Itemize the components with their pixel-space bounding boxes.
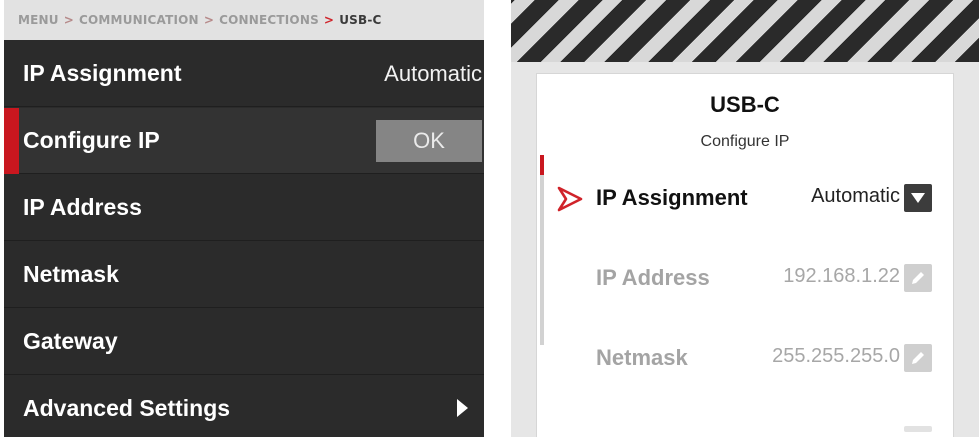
breadcrumb-separator: > <box>203 13 215 27</box>
menu-row-value: Automatic <box>384 60 482 86</box>
breadcrumb-current: USB-C <box>339 13 382 27</box>
selection-indicator <box>4 108 19 174</box>
menu-row-label: Netmask <box>23 261 119 287</box>
setting-row-ip-address[interactable]: IP Address 192.168.1.22 <box>537 259 953 299</box>
card-title: USB-C <box>710 92 780 117</box>
menu-row-label: Gateway <box>23 328 118 354</box>
partial-next-control <box>904 426 932 432</box>
setting-label: IP Assignment <box>596 185 748 210</box>
menu-row-configure-ip[interactable]: Configure IP OK <box>4 108 484 174</box>
breadcrumb-item-communication[interactable]: COMMUNICATION <box>79 13 199 27</box>
setting-value: Automatic <box>811 185 900 207</box>
hatched-header <box>511 0 979 62</box>
menu-row-advanced-settings[interactable]: Advanced Settings <box>4 376 484 437</box>
menu-row-netmask[interactable]: Netmask <box>4 242 484 308</box>
web-ui-panel: USB-C Configure IP IP Assignment Automat… <box>511 0 979 437</box>
settings-card: USB-C Configure IP IP Assignment Automat… <box>536 73 954 437</box>
menu-row-label: Advanced Settings <box>23 395 231 421</box>
setting-value: 255.255.255.0 <box>772 345 900 367</box>
edit-pencil-icon[interactable] <box>904 264 932 292</box>
breadcrumb: MENU > COMMUNICATION > CONNECTIONS > USB… <box>4 0 484 40</box>
menu-row-label: IP Address <box>23 194 142 220</box>
breadcrumb-separator: > <box>323 13 335 27</box>
menu-row-ip-address[interactable]: IP Address <box>4 175 484 241</box>
menu-row-label: IP Assignment <box>23 60 182 86</box>
ok-button[interactable]: OK <box>376 120 482 162</box>
menu-row-label: Configure IP <box>23 127 160 153</box>
setting-label: Netmask <box>596 345 688 370</box>
breadcrumb-separator: > <box>63 13 74 27</box>
setting-row-ip-assignment[interactable]: IP Assignment Automatic <box>537 179 953 219</box>
setting-label: IP Address <box>596 265 710 290</box>
edit-pencil-icon[interactable] <box>904 344 932 372</box>
setting-row-netmask[interactable]: Netmask 255.255.255.0 <box>537 339 953 379</box>
camera-menu-panel: MENU > COMMUNICATION > CONNECTIONS > USB… <box>4 0 484 437</box>
selection-arrow-icon <box>557 186 583 212</box>
card-subtitle: Configure IP <box>700 133 790 150</box>
menu-row-gateway[interactable]: Gateway <box>4 309 484 375</box>
breadcrumb-item-menu[interactable]: MENU <box>18 13 59 27</box>
breadcrumb-item-connections[interactable]: CONNECTIONS <box>219 13 319 27</box>
scrollbar-thumb[interactable] <box>540 155 544 175</box>
setting-value: 192.168.1.22 <box>783 265 900 287</box>
chevron-right-icon <box>457 399 468 417</box>
dropdown-icon[interactable] <box>904 184 932 212</box>
menu-row-ip-assignment[interactable]: IP Assignment Automatic <box>4 41 484 107</box>
